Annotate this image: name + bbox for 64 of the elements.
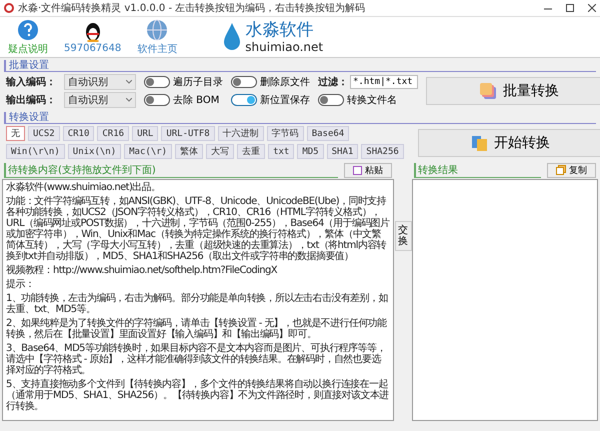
- paste-button[interactable]: 粘贴: [344, 162, 392, 178]
- field-label: 过滤：: [318, 76, 348, 89]
- copy-icon: [556, 165, 566, 175]
- text-paragraph: 3、Base64、MD5等功能转换时，如果目标内容不是文本内容而是图片、可执行程序等等，请选中【字符格式 - 原始】，这样才能准确得到该文件的转换结果。在解码时，自然也要选择对应的字符格式。: [6, 343, 387, 376]
- conversion-button[interactable]: URL-UTF8: [161, 126, 215, 141]
- conversion-button[interactable]: SHA1: [326, 144, 358, 159]
- caret-icon: [126, 98, 132, 102]
- toolbar-button[interactable]: 疑点说明: [8, 18, 48, 56]
- conversion-button[interactable]: 字节码: [266, 126, 304, 141]
- conversion-button[interactable]: 去重: [237, 144, 266, 159]
- conversion-button[interactable]: 繁体: [175, 144, 204, 159]
- caret-icon: [126, 80, 132, 84]
- swap-button[interactable]: 交换: [394, 221, 412, 251]
- window-title: 水淼·文件编码转换精灵 v1.0.0.0 - 左击转换按钮为编码，右击转换按钮为解码: [18, 2, 366, 15]
- start-convert-button[interactable]: 开始转换: [418, 128, 600, 156]
- clipboard-icon: [353, 165, 362, 175]
- conversion-button[interactable]: 十六进制: [218, 126, 264, 141]
- source-text-area[interactable]: [2, 179, 394, 421]
- toggle-switch[interactable]: 新位置保存: [231, 93, 310, 107]
- conversion-button[interactable]: txt: [268, 144, 294, 159]
- app-icon: [4, 3, 14, 13]
- section-title: 批量设置: [4, 60, 596, 72]
- logo-name: 水淼软件: [245, 22, 314, 38]
- text-paragraph: 水淼软件(www.shuimiao.net)出品。: [6, 182, 162, 193]
- field-label: 输入编码：: [6, 76, 56, 89]
- conversion-button[interactable]: SHA256: [361, 144, 404, 159]
- toggle-switch[interactable]: 去除 BOM: [144, 93, 223, 107]
- text-paragraph: 功能：文件字符编码互转，如ANSI(GBK)、UTF-8、Unicode、UnicodeBE(Ube)，同时支持各种功能转换，如UCS2（JSON字符转义格式），CR10、CR16（HTML字符转义格式），URL（编码网址或POST数据），十六进制，字节码（范围0-255），Base64（用于编码图片或加密字符串），Win、Unix和Mac（转换为特定操作系统的换行符格式），繁体（中文繁简体互转），大写（字母大小写互转），去重（超级快速的去重算法），txt（将html内容转换到txt并自动排版），MD5、SHA1和SHA256（取出文件或字符串的数据摘要值）: [6, 196, 390, 262]
- conversion-button[interactable]: CR16: [97, 126, 130, 141]
- encoding-dropdown[interactable]: 自动识别: [64, 92, 136, 108]
- toolbar-button[interactable]: 软件主页: [137, 18, 178, 56]
- conversion-button[interactable]: Mac(\r): [124, 144, 172, 159]
- conversion-button[interactable]: Base64: [306, 126, 350, 141]
- toggle-switch[interactable]: 删除原文件: [231, 75, 310, 89]
- encoding-dropdown[interactable]: 自动识别: [64, 74, 136, 90]
- documents-icon: [472, 134, 488, 152]
- field-label: 输出编码：: [6, 94, 56, 107]
- conversion-button[interactable]: 大写: [206, 144, 234, 159]
- toolbar-button[interactable]: 597067648: [64, 20, 122, 54]
- copy-button[interactable]: 复制: [547, 162, 596, 178]
- conversion-button[interactable]: MD5: [297, 144, 324, 159]
- conversion-button[interactable]: UCS2: [28, 126, 60, 141]
- logo-url: shuimiao.net: [245, 40, 324, 52]
- toggle-switch[interactable]: 转换文件名: [318, 93, 418, 107]
- conversion-button[interactable]: URL: [132, 126, 158, 141]
- text-paragraph: 5、支持直接拖动多个文件到【待转换内容】，多个文件的转换结果将自动以换行连接在一起（通常用于MD5、SHA1、SHA256）。【待转换内容】不为文件路径时，则直接对该文本进行转换。: [6, 379, 390, 412]
- penguin-icon: [84, 20, 102, 42]
- close-icon[interactable]: [588, 4, 596, 12]
- toggle-switch[interactable]: 遍历子目录: [144, 75, 223, 89]
- text-paragraph: 2、如果纯粹是为了转换文件的字符编码，请单击【转换设置 - 无】，也就是不进行任何功能转换，然后在【批量设置】里面设置好【输入编码】和【输出编码】即可。: [6, 318, 388, 340]
- conversion-button[interactable]: CR10: [62, 126, 94, 141]
- text-paragraph: 视频教程：http://www.shuimiao.net/softhelp.htm?FileCodingX: [6, 265, 278, 276]
- section-title: 转换设置: [4, 112, 596, 124]
- globe-icon: [145, 18, 170, 40]
- text-paragraph: 提示：: [6, 279, 36, 290]
- conversion-button[interactable]: Win(\r\n): [6, 144, 65, 159]
- conversion-button[interactable]: Unix(\n): [68, 144, 122, 159]
- filter-field[interactable]: *.htm|*.txt: [350, 75, 418, 89]
- text-paragraph: 1、功能转换，左击为编码，右击为解码。部分功能是单向转换，所以左击右击没有差别，如去重、txt、MD5等。: [6, 293, 389, 315]
- water-drop-icon: [223, 23, 242, 51]
- batch-convert-button[interactable]: 批量转换: [426, 77, 600, 105]
- maximize-icon[interactable]: [566, 4, 574, 12]
- stacked-squares-icon: [479, 82, 497, 100]
- conversion-button[interactable]: 无: [6, 126, 25, 141]
